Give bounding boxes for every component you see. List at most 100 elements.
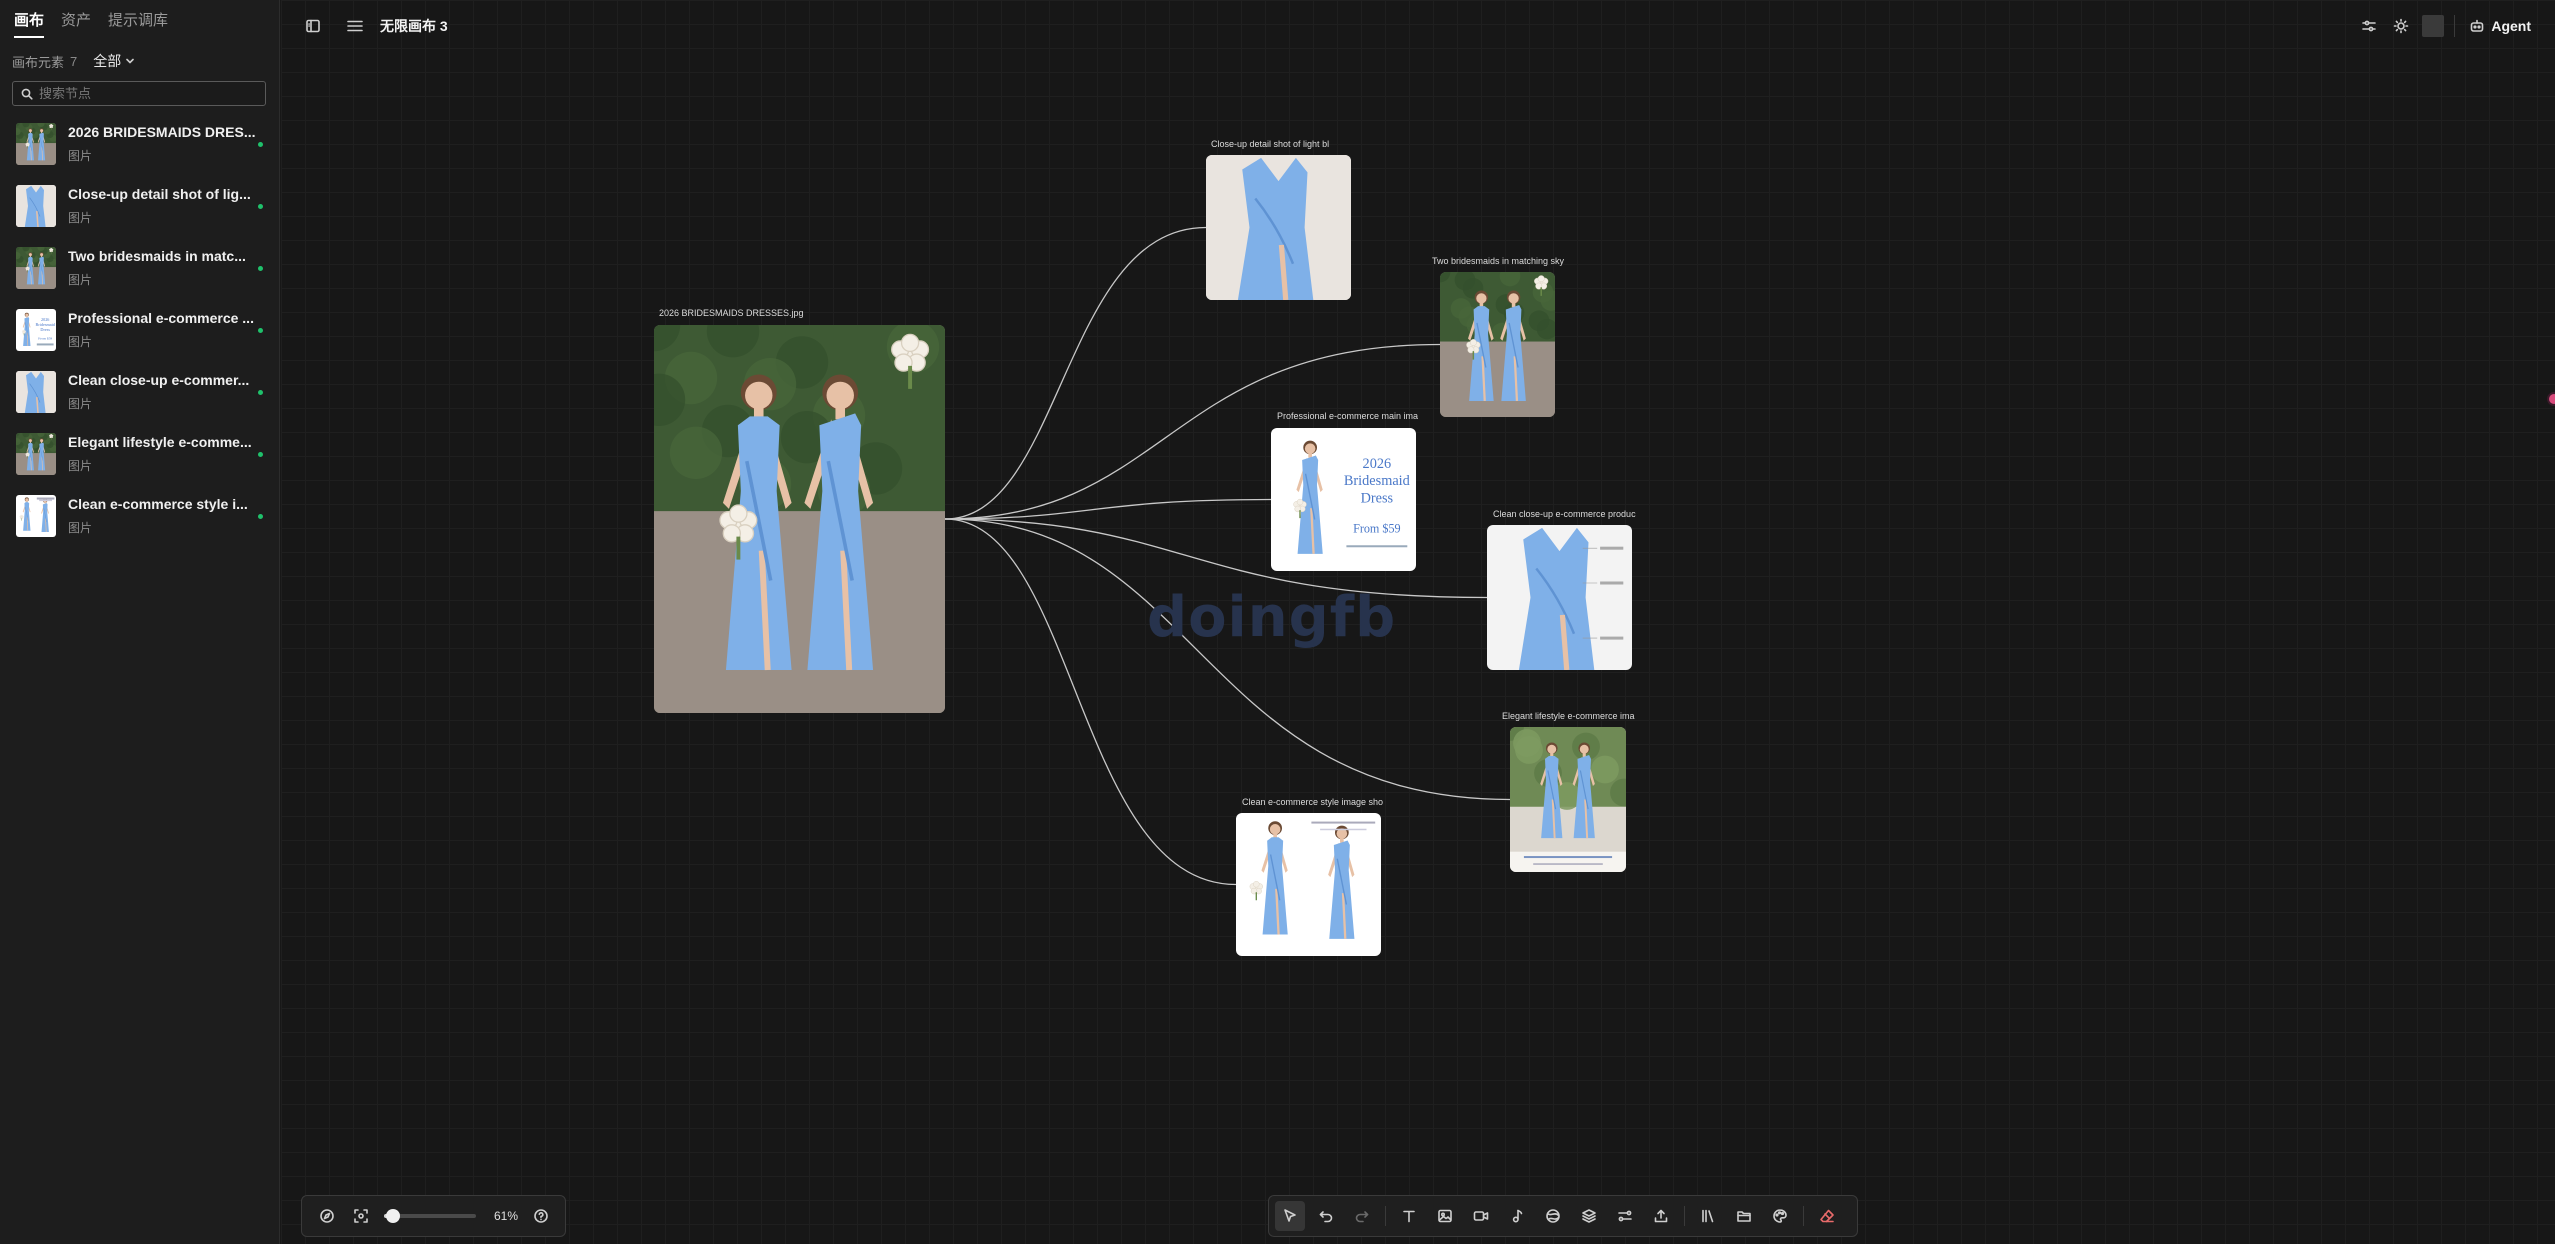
zoom-slider-handle[interactable] bbox=[386, 1209, 401, 1223]
node-list-item[interactable]: 2026 Bridesmaid Dress From $59 Professional… bbox=[0, 306, 280, 368]
node-label: Professional e-commerce main ima bbox=[1277, 411, 1419, 421]
status-dot bbox=[258, 452, 263, 457]
sidebar-toggle-icon[interactable] bbox=[302, 15, 324, 37]
sun-icon[interactable] bbox=[2390, 15, 2412, 37]
filter-row: 画布元素 7 全部 bbox=[12, 51, 135, 71]
node-thumbnail bbox=[16, 433, 56, 475]
filter-dropdown[interactable]: 全部 bbox=[93, 51, 135, 71]
svg-text:From $59: From $59 bbox=[38, 337, 52, 341]
fit-view-icon[interactable] bbox=[350, 1205, 372, 1227]
node-type: 图片 bbox=[68, 459, 93, 473]
node-title: Clean e-commerce style i... bbox=[68, 496, 248, 512]
settings-sliders-icon[interactable] bbox=[2358, 15, 2380, 37]
menu-icon[interactable] bbox=[344, 15, 366, 37]
search-input[interactable] bbox=[39, 86, 259, 101]
node-image[interactable] bbox=[1440, 272, 1555, 417]
watermark: doingfb bbox=[1147, 585, 1397, 650]
node-label: Two bridesmaids in matching sky bbox=[1432, 256, 1565, 266]
node-list: 2026 BRIDESMAIDS DRES... 图片 Close-up det… bbox=[0, 120, 280, 554]
status-dot bbox=[258, 204, 263, 209]
node-label: Close-up detail shot of light bl bbox=[1211, 139, 1330, 149]
node-thumbnail bbox=[16, 371, 56, 413]
node-image[interactable] bbox=[654, 325, 945, 713]
node-thumbnail: 2026 Bridesmaid Dress From $59 bbox=[16, 309, 56, 351]
node-image[interactable] bbox=[1206, 155, 1351, 300]
node-image[interactable] bbox=[1487, 525, 1632, 670]
help-icon[interactable] bbox=[530, 1205, 552, 1227]
layers-tool-icon[interactable] bbox=[1574, 1201, 1604, 1231]
node-type: 图片 bbox=[68, 273, 93, 287]
divider bbox=[1385, 1206, 1386, 1226]
tab-prompt-library[interactable]: 提示调库 bbox=[108, 9, 168, 38]
node-title: Clean close-up e-commer... bbox=[68, 372, 250, 388]
svg-text:2026: 2026 bbox=[1363, 456, 1392, 472]
text-tool-icon[interactable] bbox=[1394, 1201, 1424, 1231]
zoom-level: 61% bbox=[494, 1209, 519, 1223]
palette-tool-icon[interactable] bbox=[1765, 1201, 1795, 1231]
node-type: 图片 bbox=[68, 211, 93, 225]
library-tool-icon[interactable] bbox=[1693, 1201, 1723, 1231]
shape-tool-icon[interactable] bbox=[1538, 1201, 1568, 1231]
node-type: 图片 bbox=[68, 335, 93, 349]
zoom-slider[interactable] bbox=[384, 1209, 476, 1223]
node-title: Close-up detail shot of lig... bbox=[68, 186, 251, 202]
svg-text:Dress: Dress bbox=[1361, 490, 1394, 506]
node-list-item[interactable]: Elegant lifestyle e-comme... 图片 bbox=[0, 430, 280, 492]
zoom-bar: 61% bbox=[301, 1195, 566, 1237]
agent-button[interactable]: Agent bbox=[2465, 14, 2535, 38]
svg-text:Dress: Dress bbox=[40, 327, 50, 332]
tool-bar bbox=[1268, 1195, 1858, 1237]
tab-canvas[interactable]: 画布 bbox=[14, 9, 45, 38]
node-list-item[interactable]: Clean close-up e-commer... 图片 bbox=[0, 368, 280, 430]
filter-dropdown-value: 全部 bbox=[93, 53, 122, 69]
node-title: Professional e-commerce ... bbox=[68, 310, 254, 326]
node-type: 图片 bbox=[68, 521, 93, 535]
infinite-canvas[interactable] bbox=[281, 0, 2555, 1244]
canvas-elements-count: 7 bbox=[70, 53, 78, 69]
canvas-elements-label: 画布元素 bbox=[12, 54, 65, 70]
node-label: Clean e-commerce style image sho bbox=[1242, 797, 1384, 807]
node-list-item[interactable]: Clean e-commerce style i... 图片 bbox=[0, 492, 280, 554]
node-thumbnail bbox=[16, 495, 56, 537]
audio-tool-icon[interactable] bbox=[1502, 1201, 1532, 1231]
status-dot bbox=[258, 266, 263, 271]
select-tool-icon[interactable] bbox=[1275, 1201, 1305, 1231]
robot-icon bbox=[2471, 19, 2484, 32]
node-title: Two bridesmaids in matc... bbox=[68, 248, 246, 264]
status-dot bbox=[258, 328, 263, 333]
node-image[interactable] bbox=[1236, 813, 1381, 956]
folder-tool-icon[interactable] bbox=[1729, 1201, 1759, 1231]
canvas-title[interactable]: 无限画布 3 bbox=[380, 16, 448, 36]
node-list-item[interactable]: Two bridesmaids in matc... 图片 bbox=[0, 244, 280, 306]
node-list-item[interactable]: 2026 BRIDESMAIDS DRES... 图片 bbox=[0, 120, 280, 182]
status-dot bbox=[258, 514, 263, 519]
redo-icon[interactable] bbox=[1347, 1201, 1377, 1231]
search-box[interactable] bbox=[12, 81, 266, 106]
color-swatch[interactable] bbox=[2422, 15, 2445, 37]
upload-tool-icon[interactable] bbox=[1646, 1201, 1676, 1231]
image-tool-icon[interactable] bbox=[1430, 1201, 1460, 1231]
agent-label: Agent bbox=[2491, 18, 2531, 34]
node-image[interactable]: 2026 Bridesmaid Dress From $59 bbox=[1271, 428, 1416, 571]
node-label: Elegant lifestyle e-commerce ima bbox=[1502, 711, 1635, 721]
eraser-tool-icon[interactable] bbox=[1812, 1201, 1842, 1231]
node-image[interactable] bbox=[1510, 727, 1626, 872]
node-thumbnail bbox=[16, 185, 56, 227]
node-thumbnail bbox=[16, 123, 56, 165]
floating-avatar[interactable] bbox=[2547, 392, 2555, 406]
node-type: 图片 bbox=[68, 397, 93, 411]
node-label: 2026 BRIDESMAIDS DRESSES.jpg bbox=[659, 308, 804, 318]
connect-tool-icon[interactable] bbox=[1610, 1201, 1640, 1231]
chevron-down-icon bbox=[126, 58, 135, 64]
canvas-topbar-right: Agent bbox=[2358, 14, 2535, 38]
tab-assets[interactable]: 资产 bbox=[61, 9, 91, 38]
sidebar-tabs: 画布 资产 提示调库 bbox=[14, 9, 185, 38]
compass-icon[interactable] bbox=[316, 1205, 338, 1227]
undo-icon[interactable] bbox=[1311, 1201, 1341, 1231]
node-list-item[interactable]: Close-up detail shot of lig... 图片 bbox=[0, 182, 280, 244]
canvas-topbar-left: 无限画布 3 bbox=[302, 15, 448, 37]
divider bbox=[1684, 1206, 1685, 1226]
search-icon bbox=[21, 88, 33, 100]
node-title: Elegant lifestyle e-comme... bbox=[68, 434, 252, 450]
video-tool-icon[interactable] bbox=[1466, 1201, 1496, 1231]
